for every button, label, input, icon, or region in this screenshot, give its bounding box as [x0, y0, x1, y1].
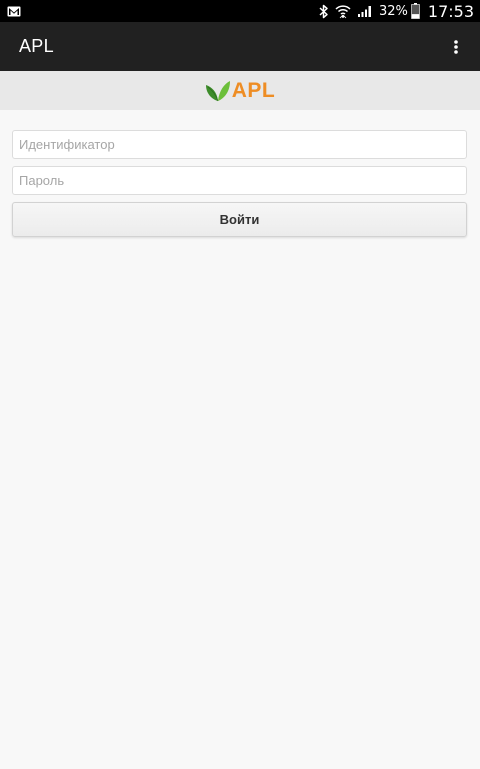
action-bar: APL	[0, 22, 480, 71]
gmail-icon	[7, 6, 21, 17]
battery-icon	[411, 3, 420, 19]
logo-text: APL	[231, 78, 276, 102]
status-clock: 17:53	[427, 1, 474, 21]
wifi-icon	[335, 4, 351, 19]
app-title: APL	[19, 36, 54, 56]
status-bar: 32% 17:53	[0, 0, 480, 22]
login-form: Войти	[12, 130, 467, 237]
apl-logo: APL	[205, 79, 276, 103]
signal-icon	[357, 4, 373, 18]
logo-header: APL	[0, 71, 480, 110]
status-left	[7, 0, 21, 22]
status-right: 32% 17:53	[319, 0, 474, 22]
battery-percent: 32%	[378, 3, 408, 19]
identifier-input[interactable]	[12, 130, 467, 159]
password-input[interactable]	[12, 166, 467, 195]
leaf-icon	[205, 79, 231, 103]
more-vert-icon	[454, 39, 458, 54]
login-button[interactable]: Войти	[12, 202, 467, 237]
overflow-menu-button[interactable]	[446, 32, 466, 62]
bluetooth-icon	[319, 4, 329, 19]
